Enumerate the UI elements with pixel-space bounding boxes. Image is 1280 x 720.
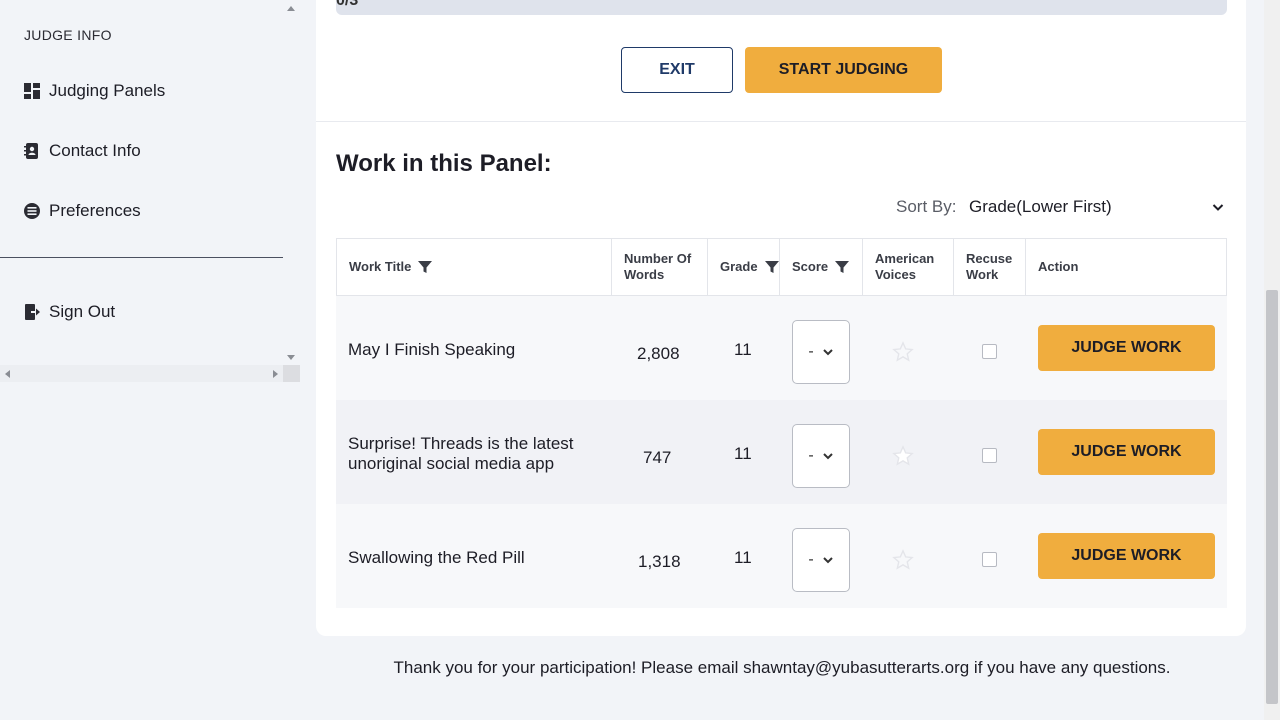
sign-out-label: Sign Out — [49, 302, 116, 321]
score-select[interactable]: - — [792, 528, 850, 592]
chevron-down-icon — [822, 557, 833, 564]
sidebar-item-preferences[interactable]: Preferences — [24, 199, 141, 223]
star-icon[interactable] — [892, 341, 914, 363]
progress-bar — [336, 0, 1227, 15]
recuse-checkbox[interactable] — [982, 552, 997, 567]
judge-work-button[interactable]: JUDGE WORK — [1038, 325, 1215, 371]
word-count: 1,318 — [638, 552, 681, 571]
column-header-label: Score — [792, 259, 829, 274]
column-header-action: Action — [1026, 239, 1226, 295]
scrollbar-corner — [283, 365, 300, 382]
progress-text: 0/3 — [336, 0, 359, 9]
scroll-up-arrow-icon[interactable] — [287, 6, 295, 11]
sidebar-divider — [0, 257, 283, 258]
table-row: Swallowing the Red Pill 1,318 11 - JUDGE… — [336, 504, 1227, 608]
column-header-american-voices: American Voices — [863, 239, 954, 295]
filter-icon[interactable] — [418, 260, 433, 274]
work-title: Swallowing the Red Pill — [348, 548, 525, 567]
card-divider — [316, 121, 1246, 122]
sidebar-item-label: Preferences — [49, 201, 141, 220]
sidebar-item-label: Judging Panels — [49, 81, 166, 100]
sidebar-item-judging-panels[interactable]: Judging Panels — [24, 79, 165, 103]
preferences-icon — [24, 203, 40, 219]
sidebar-heading: JUDGE INFO — [24, 27, 112, 43]
footer-message: Thank you for your participation! Please… — [393, 658, 1171, 677]
section-title: Work in this Panel: — [336, 150, 552, 177]
sidebar-scroll-area: JUDGE INFO Judging Panels Contact Info P… — [0, 0, 283, 365]
sidebar-item-label: Contact Info — [49, 141, 141, 160]
recuse-checkbox[interactable] — [982, 344, 997, 359]
score-value: - — [808, 551, 814, 568]
sign-out-icon — [25, 304, 40, 320]
judge-work-button[interactable]: JUDGE WORK — [1038, 533, 1215, 579]
column-header-label: Grade — [720, 259, 758, 274]
work-title: May I Finish Speaking — [348, 340, 516, 359]
grade-value: 11 — [734, 444, 752, 463]
score-value: - — [808, 447, 814, 464]
judge-work-button[interactable]: JUDGE WORK — [1038, 429, 1215, 475]
word-count: 747 — [643, 448, 672, 467]
star-icon[interactable] — [892, 549, 914, 571]
column-header-work-title: Work Title — [337, 239, 612, 295]
work-title: Surprise! Threads is the latest unorigin… — [348, 434, 574, 473]
column-header-recuse-work: Recuse Work — [954, 239, 1026, 295]
sidebar-item-contact-info[interactable]: Contact Info — [24, 139, 141, 163]
column-header-label: Action — [1038, 259, 1079, 274]
recuse-checkbox[interactable] — [982, 448, 997, 463]
grade-value: 11 — [734, 340, 752, 359]
sort-by-label: Sort By: — [896, 197, 957, 216]
dashboard-icon — [24, 83, 40, 99]
column-header-label: Recuse Work — [966, 251, 1013, 282]
filter-icon[interactable] — [835, 260, 850, 274]
sidebar-vertical-scrollbar[interactable] — [283, 0, 300, 365]
column-header-label: American Voices — [875, 251, 935, 282]
filter-icon[interactable] — [764, 260, 779, 274]
table-header: Work Title Number Of Words Grade Score A… — [336, 238, 1227, 296]
page-vertical-scrollbar[interactable] — [1264, 0, 1280, 720]
start-judging-button[interactable]: START JUDGING — [745, 47, 942, 93]
sort-by-value: Grade(Lower First) — [969, 197, 1112, 216]
table-row: May I Finish Speaking 2,808 11 - JUDGE W… — [336, 296, 1227, 400]
panel-card: 0/3 EXIT START JUDGING Work in this Pane… — [316, 0, 1246, 636]
score-select[interactable]: - — [792, 320, 850, 384]
works-table: Work Title Number Of Words Grade Score A… — [336, 238, 1227, 608]
word-count: 2,808 — [637, 344, 680, 363]
score-value: - — [808, 343, 814, 360]
sort-by-select[interactable]: Grade(Lower First) — [969, 195, 1225, 219]
column-header-number-of-words: Number Of Words — [612, 239, 708, 295]
chevron-down-icon — [822, 453, 833, 460]
scroll-down-arrow-icon[interactable] — [287, 355, 295, 360]
table-row: Surprise! Threads is the latest unorigin… — [336, 400, 1227, 504]
sidebar: JUDGE INFO Judging Panels Contact Info P… — [0, 0, 300, 720]
column-header-score: Score — [780, 239, 863, 295]
chevron-down-icon — [1212, 204, 1224, 211]
exit-button[interactable]: EXIT — [621, 47, 733, 93]
sidebar-horizontal-scrollbar[interactable] — [0, 365, 283, 382]
contact-book-icon — [24, 143, 38, 159]
chevron-down-icon — [822, 349, 833, 356]
column-header-label: Work Title — [349, 259, 412, 274]
star-icon[interactable] — [892, 445, 914, 467]
column-header-label: Number Of Words — [624, 251, 692, 282]
score-select[interactable]: - — [792, 424, 850, 488]
grade-value: 11 — [734, 548, 752, 567]
column-header-grade: Grade — [708, 239, 780, 295]
scroll-left-arrow-icon[interactable] — [5, 370, 10, 378]
sign-out-button[interactable]: Sign Out — [24, 300, 115, 324]
scroll-right-arrow-icon[interactable] — [273, 370, 278, 378]
page-scrollbar-thumb[interactable] — [1266, 290, 1278, 704]
